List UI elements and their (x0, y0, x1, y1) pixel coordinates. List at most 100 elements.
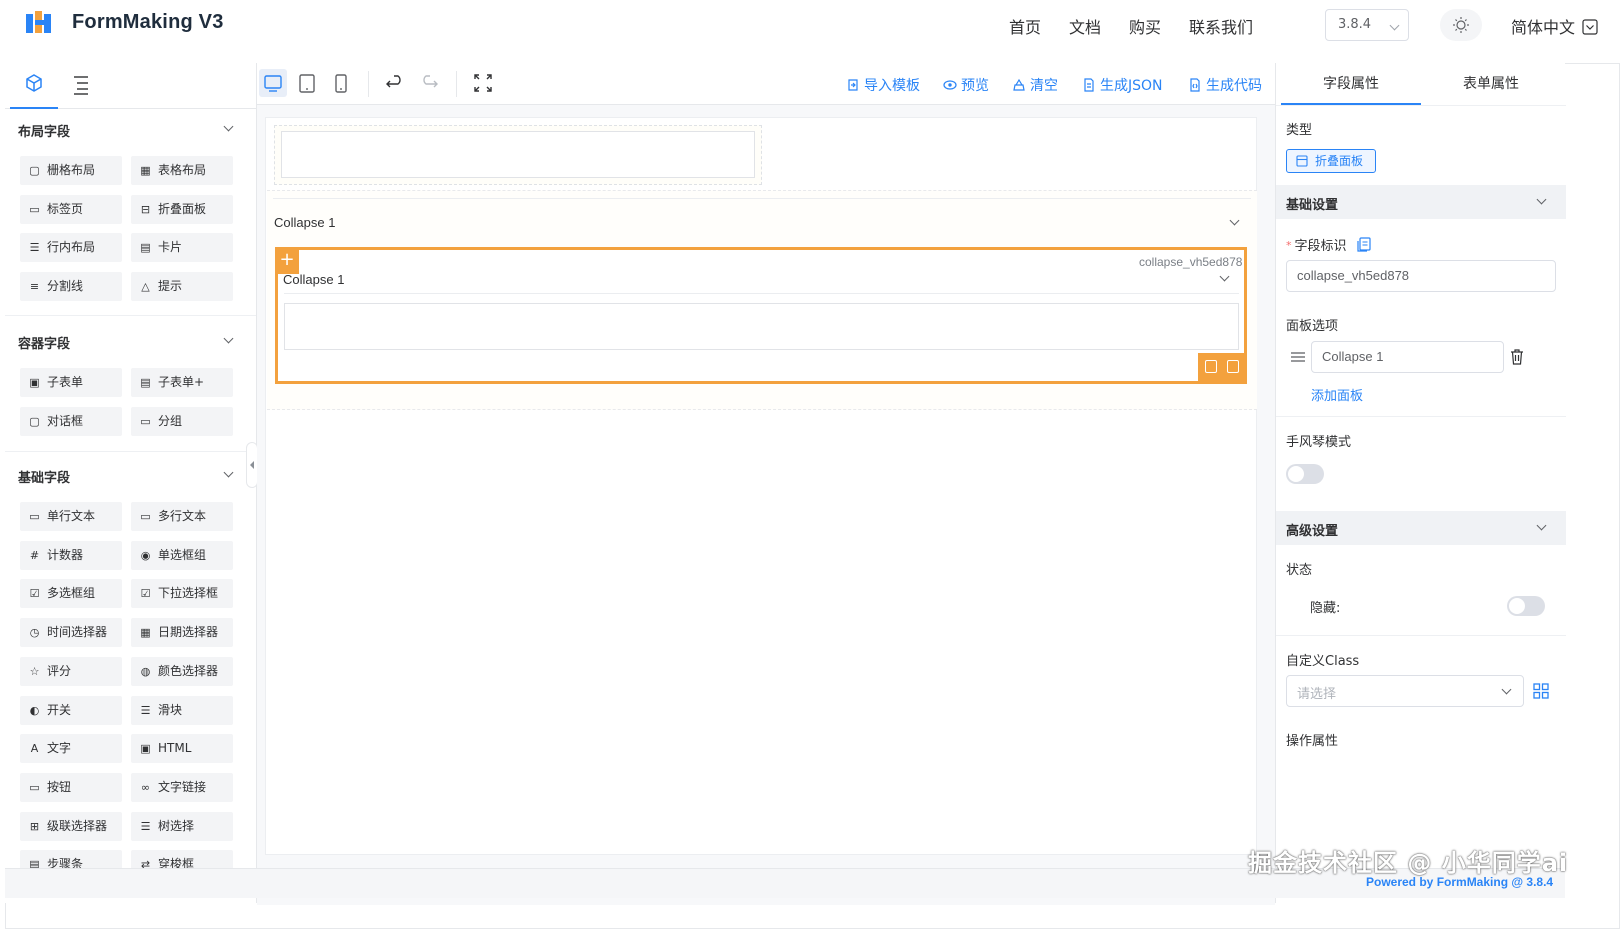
hidden-switch[interactable] (1507, 596, 1545, 616)
field-item[interactable]: ▣ HTML (131, 734, 233, 764)
trash-icon[interactable] (1510, 349, 1524, 365)
select-icon: ☑ (140, 587, 151, 601)
drag-move-handle[interactable]: + (275, 248, 299, 274)
field-item[interactable]: ▦ 表格布局 (131, 156, 233, 185)
field-item[interactable]: ☑ 下拉选择框 (131, 579, 233, 609)
redo-button[interactable] (415, 69, 443, 97)
field-item[interactable]: ☰ 树选择 (131, 811, 233, 841)
version-select[interactable]: 3.8.4 (1325, 9, 1409, 41)
group-title-container[interactable]: 容器字段 (18, 333, 70, 352)
grid-settings-icon[interactable] (1533, 683, 1549, 699)
field-item[interactable]: # 计数器 (20, 540, 122, 570)
language-value: 简体中文 (1511, 18, 1576, 37)
nav-buy[interactable]: 购买 (1129, 14, 1161, 38)
collapse-panel-drop-area[interactable] (284, 303, 1239, 350)
advanced-settings-title: 高级设置 (1286, 524, 1339, 539)
field-item[interactable]: ▭ 多行文本 (131, 502, 233, 531)
undo-button[interactable] (381, 69, 409, 97)
import-icon (848, 79, 858, 91)
field-item[interactable]: ◍ 颜色选择器 (131, 656, 233, 686)
fullscreen-button[interactable] (469, 69, 497, 97)
field-item-label: 对话框 (47, 413, 84, 428)
field-item[interactable]: ▭ 分组 (131, 406, 233, 436)
field-item-label: 按钮 (47, 779, 72, 794)
preview-button[interactable]: 预览 (943, 75, 989, 95)
field-item[interactable]: ☰ 滑块 (131, 695, 233, 725)
group-title-layout[interactable]: 布局字段 (18, 121, 70, 140)
device-pc-button[interactable] (259, 69, 287, 97)
tab-field-properties[interactable]: 字段属性 (1281, 63, 1421, 105)
field-item[interactable]: ≡ 分割线 (20, 272, 122, 302)
selected-collapse-title[interactable]: Collapse 1 (283, 272, 344, 287)
generate-code-button[interactable]: 生成代码 (1188, 75, 1262, 95)
group-divider (5, 315, 256, 316)
chevron-down-icon[interactable] (223, 467, 234, 478)
field-item[interactable]: ☆ 评分 (20, 656, 122, 686)
delete-icon[interactable] (1227, 360, 1239, 373)
clear-button[interactable]: 清空 (1012, 75, 1058, 95)
panel-option-input[interactable]: Collapse 1 (1311, 341, 1504, 373)
theme-toggle-button[interactable] (1440, 9, 1482, 41)
field-item[interactable]: ▤ 卡片 (131, 233, 233, 263)
field-id-input[interactable]: collapse_vh5ed878 (1286, 260, 1556, 292)
field-item[interactable]: ⊞ 级联选择器 (20, 811, 122, 841)
field-item[interactable]: A 文字 (20, 734, 122, 764)
field-item-label: 分组 (158, 413, 183, 428)
import-template-button[interactable]: 导入模板 (846, 75, 920, 95)
language-select[interactable]: 简体中文 (1511, 14, 1598, 38)
field-item[interactable]: ▭ 按钮 (20, 772, 122, 802)
slider-icon: ☰ (140, 703, 151, 717)
field-item[interactable]: ◷ 时间选择器 (20, 618, 122, 648)
field-item[interactable]: ▭ 标签页 (20, 194, 122, 224)
field-item[interactable]: ▦ 日期选择器 (131, 618, 233, 648)
add-panel-link[interactable]: 添加面板 (1311, 385, 1363, 404)
advanced-settings-section[interactable]: 高级设置 (1276, 511, 1566, 545)
type-tag: 折叠面板 (1286, 149, 1376, 173)
accordion-switch[interactable] (1286, 464, 1324, 484)
nav-home[interactable]: 首页 (1009, 14, 1041, 38)
powered-by-text: Powered by FormMaking @ 3.8.4 (1366, 875, 1554, 889)
chevron-down-icon[interactable] (223, 121, 234, 132)
tab-form-properties[interactable]: 表单属性 (1421, 63, 1561, 105)
field-item[interactable]: ◉ 单选框组 (131, 540, 233, 570)
outer-collapse-title[interactable]: Collapse 1 (274, 215, 335, 230)
required-asterisk: * (1286, 239, 1292, 252)
field-item[interactable]: ▤ 子表单+ (131, 368, 233, 397)
chevron-down-icon[interactable] (223, 333, 234, 344)
field-item[interactable]: ☑ 多选框组 (20, 579, 122, 609)
clear-icon (1013, 78, 1025, 91)
tab-components[interactable] (10, 63, 58, 109)
nav-contact[interactable]: 联系我们 (1189, 14, 1253, 38)
app-title: FormMaking V3 (72, 11, 224, 33)
chevron-down-icon (1536, 520, 1547, 531)
field-item-label: 文字链接 (158, 779, 207, 794)
copy-doc-icon[interactable] (1357, 237, 1371, 252)
field-item[interactable]: ▭ 单行文本 (20, 502, 122, 531)
nav-docs[interactable]: 文档 (1069, 14, 1101, 38)
generate-json-button[interactable]: 生成JSON (1082, 75, 1163, 95)
drag-handle-icon[interactable] (1290, 350, 1306, 364)
formmaking-logo-icon (26, 11, 51, 33)
component-panel: 布局字段 ▢ 栅格布局 ▦ 表格布局 ▭ 标签页 ⊟ 折叠面板 ☰ 行内布局 ▤ 卡片 ≡ 分割线 △ 提示 … (5, 63, 257, 903)
field-item[interactable]: ☰ 行内布局 (20, 233, 122, 263)
field-item-label: 单选框组 (158, 547, 207, 562)
copy-icon[interactable] (1205, 360, 1217, 373)
field-item[interactable]: ▢ 对话框 (20, 406, 122, 436)
field-item[interactable]: ∞ 文字链接 (131, 772, 233, 802)
group-title-basic[interactable]: 基础字段 (18, 467, 70, 486)
grid-column-drop-area[interactable] (281, 131, 755, 178)
device-mobile-button[interactable] (327, 69, 355, 97)
tab-outline[interactable] (57, 63, 105, 109)
group-divider (5, 451, 256, 452)
device-tablet-button[interactable] (293, 69, 321, 97)
field-item[interactable]: ◐ 开关 (20, 695, 122, 725)
field-item[interactable]: △ 提示 (131, 272, 233, 302)
field-item[interactable]: ⊟ 折叠面板 (131, 194, 233, 224)
eye-icon (943, 80, 957, 90)
custom-class-select[interactable]: 请选择 (1286, 675, 1524, 707)
field-item-label: HTML (158, 741, 192, 756)
basic-settings-section[interactable]: 基础设置 (1276, 185, 1566, 219)
field-item[interactable]: ▢ 栅格布局 (20, 156, 122, 185)
field-item[interactable]: ▣ 子表单 (20, 368, 122, 397)
divider (1276, 416, 1566, 417)
